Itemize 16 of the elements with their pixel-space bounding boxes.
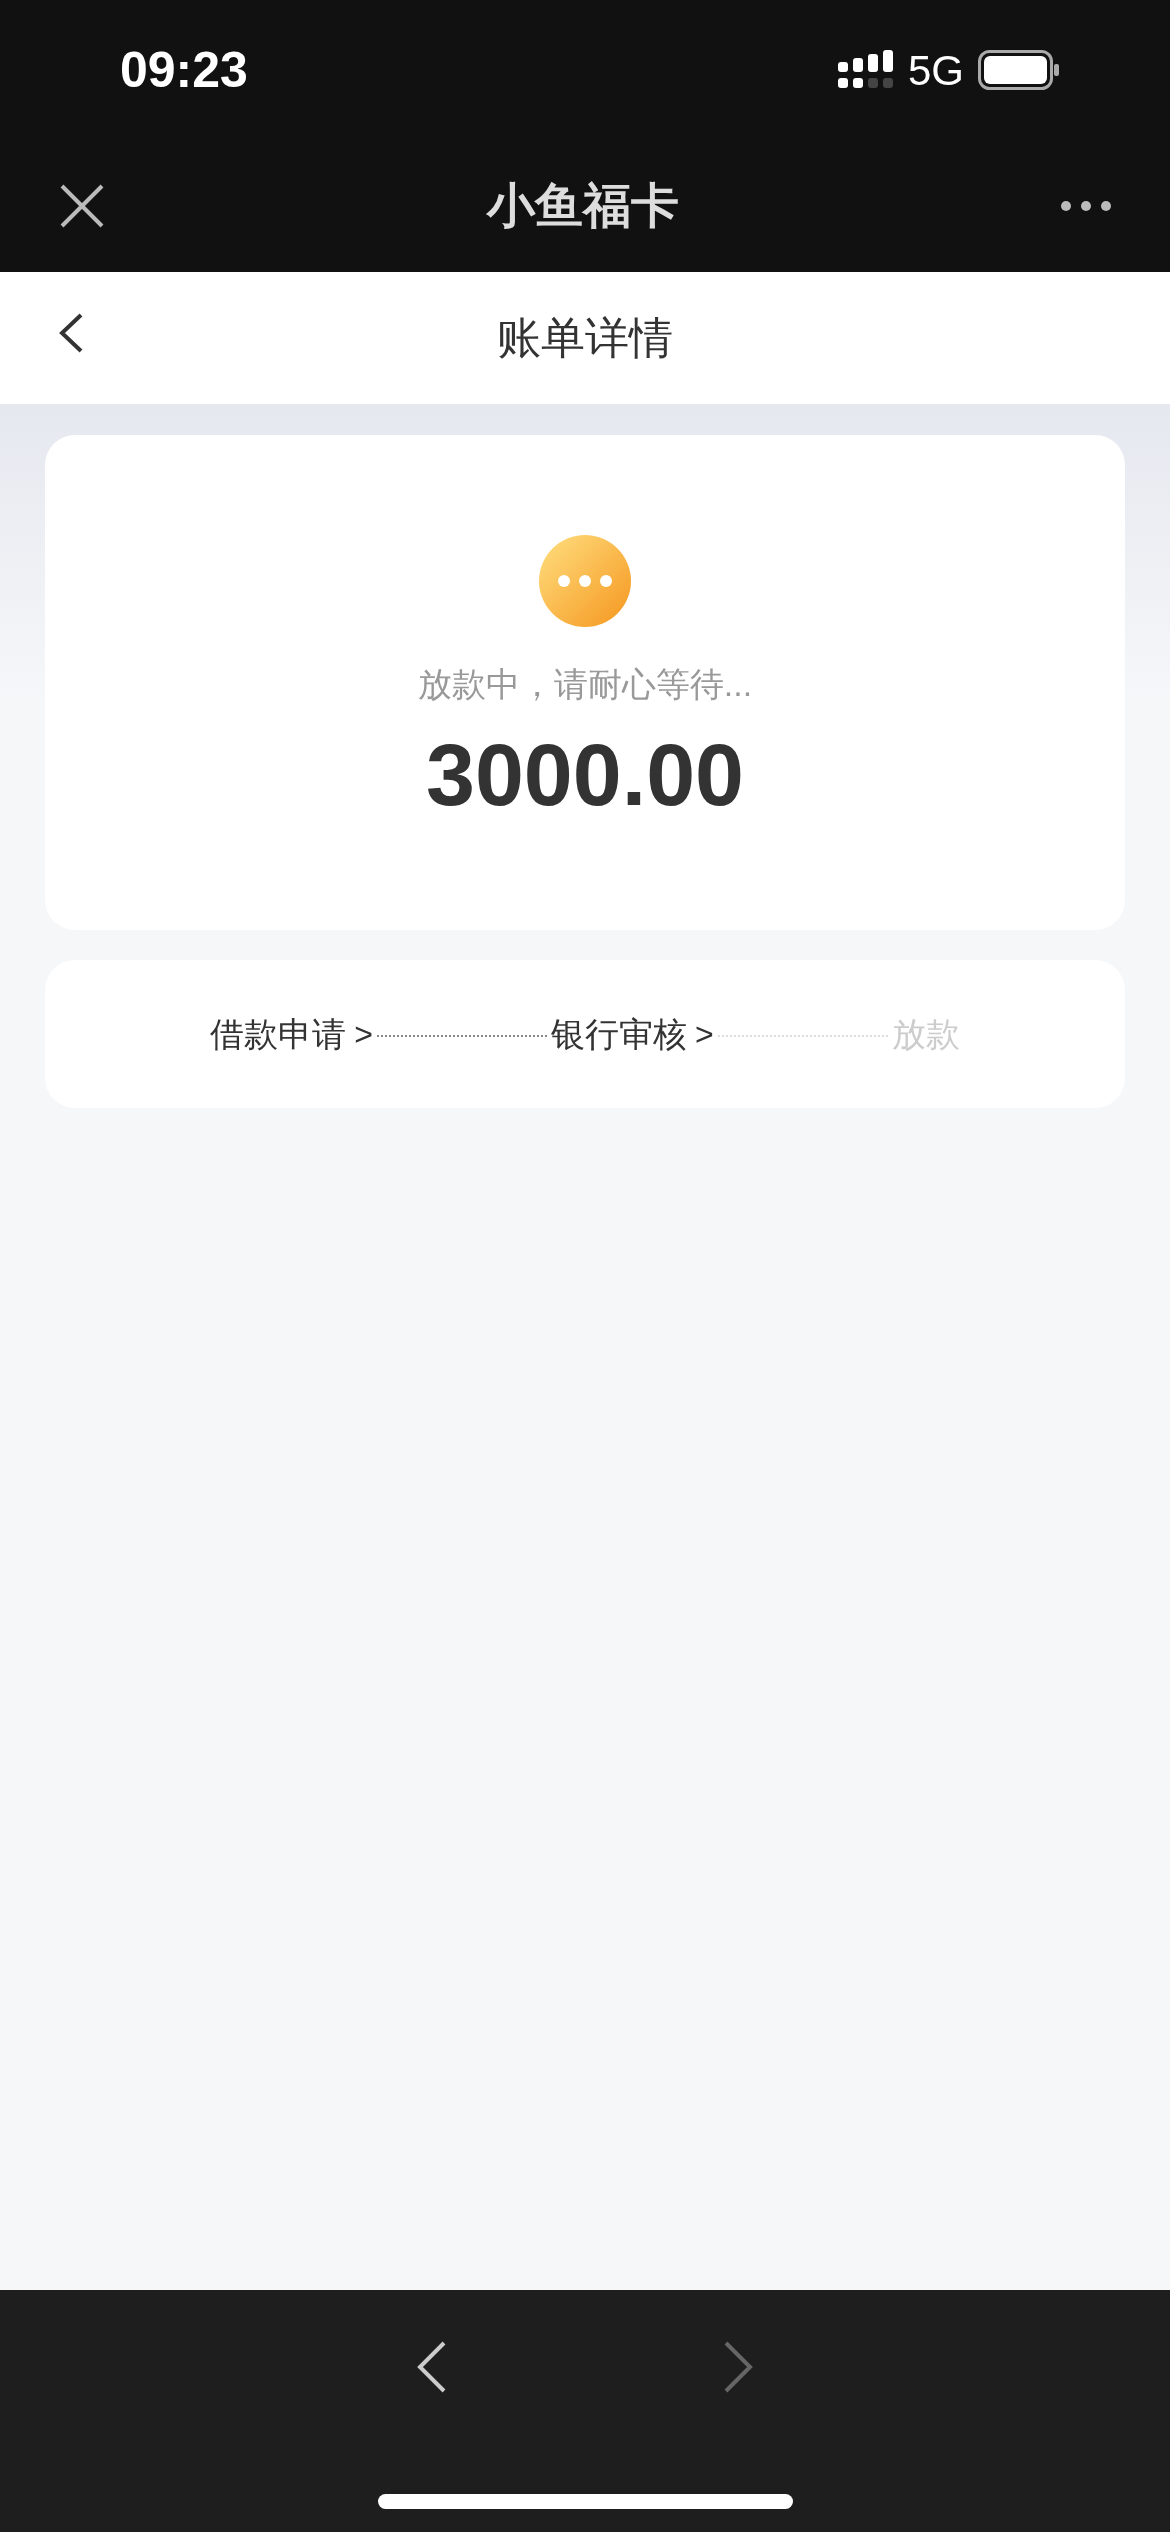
- step-arrow: >: [695, 1015, 714, 1054]
- status-message: 放款中，请耐心等待...: [417, 667, 753, 701]
- step-label: 借款申请: [210, 1013, 347, 1055]
- app-title: 小鱼福卡: [487, 178, 679, 234]
- page-title: 账单详情: [497, 312, 673, 364]
- step-arrow: >: [354, 1015, 373, 1054]
- step-label: 银行审核: [551, 1013, 687, 1055]
- signal-icon: [837, 50, 894, 90]
- pending-icon: [539, 535, 631, 627]
- amount: 3000.00: [425, 731, 745, 819]
- close-icon[interactable]: [58, 182, 106, 230]
- battery-icon: [978, 50, 1060, 90]
- network-label: 5G: [907, 45, 964, 96]
- more-icon[interactable]: [1060, 199, 1112, 213]
- back-icon[interactable]: [58, 312, 84, 354]
- status-time: 09:23: [120, 40, 248, 100]
